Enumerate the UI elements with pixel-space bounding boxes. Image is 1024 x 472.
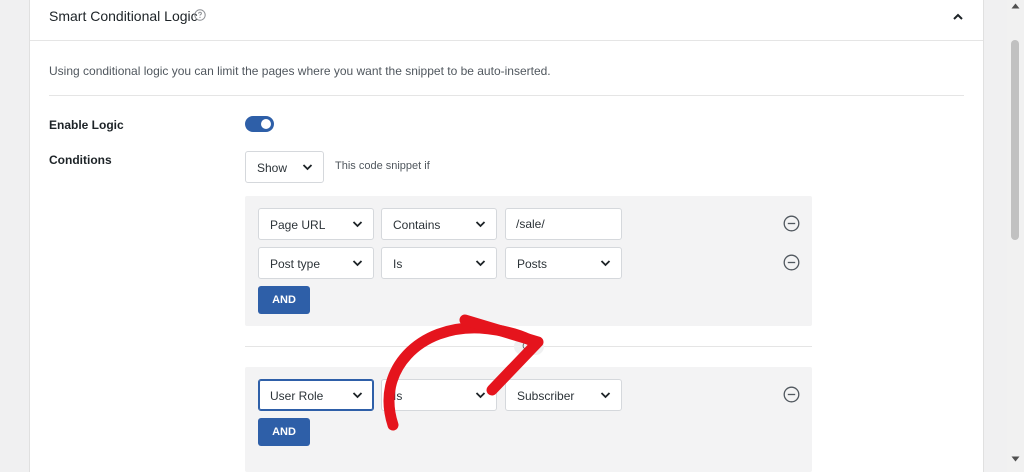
condition-field-select[interactable]: User Role — [258, 379, 374, 411]
panel-title: Smart Conditional Logic — [49, 8, 198, 24]
scroll-down-arrow-icon[interactable] — [1011, 456, 1020, 462]
chevron-down-icon — [475, 221, 486, 228]
condition-value-input[interactable]: /sale/ — [505, 208, 622, 240]
select-value: Page URL — [270, 218, 326, 232]
and-button[interactable]: AND — [258, 286, 310, 314]
select-value: Post type — [270, 257, 321, 271]
condition-value-select[interactable]: Posts — [505, 247, 622, 279]
condition-value-select[interactable]: Subscriber — [505, 379, 622, 411]
minus-circle-icon[interactable] — [783, 386, 800, 403]
scroll-up-arrow-icon[interactable] — [1011, 3, 1020, 9]
condition-field-select[interactable]: Page URL — [258, 208, 374, 240]
select-value: Is — [393, 389, 403, 403]
description-text: Using conditional logic you can limit th… — [49, 64, 551, 78]
chevron-down-icon — [352, 221, 363, 228]
chevron-down-icon — [475, 260, 486, 267]
conditional-logic-panel: Smart Conditional Logic Using conditiona… — [29, 0, 984, 472]
select-value: User Role — [270, 389, 324, 403]
show-hide-select[interactable]: Show — [245, 151, 324, 183]
chevron-up-icon[interactable] — [951, 10, 965, 24]
chevron-down-icon — [352, 260, 363, 267]
scrollbar-thumb[interactable] — [1011, 40, 1019, 240]
panel-header[interactable]: Smart Conditional Logic — [30, 0, 983, 41]
conditions-label: Conditions — [49, 153, 112, 167]
conditions-hint: This code snippet if — [335, 160, 430, 172]
show-hide-select-value: Show — [257, 161, 288, 175]
condition-group-2: User Role Is Subscriber AND — [245, 367, 812, 472]
and-button[interactable]: AND — [258, 418, 310, 446]
condition-group-1: Page URL Contains /sale/ Post type Is Po… — [245, 196, 812, 326]
toggle-knob — [261, 119, 271, 129]
minus-circle-icon[interactable] — [783, 215, 800, 232]
question-circle-icon[interactable] — [194, 9, 206, 21]
enable-logic-label: Enable Logic — [49, 118, 124, 132]
select-value: Subscriber — [517, 389, 575, 403]
enable-logic-toggle[interactable] — [245, 116, 274, 132]
or-badge: OR — [514, 338, 544, 355]
select-value: Posts — [517, 257, 548, 271]
chevron-down-icon — [600, 392, 611, 399]
condition-operator-select[interactable]: Is — [381, 247, 497, 279]
chevron-down-icon — [600, 260, 611, 267]
divider — [49, 95, 964, 96]
select-value: Contains — [393, 218, 441, 232]
chevron-down-icon — [302, 164, 313, 171]
condition-field-select[interactable]: Post type — [258, 247, 374, 279]
condition-operator-select[interactable]: Is — [381, 379, 497, 411]
chevron-down-icon — [352, 392, 363, 399]
minus-circle-icon[interactable] — [783, 254, 800, 271]
condition-operator-select[interactable]: Contains — [381, 208, 497, 240]
vertical-scrollbar[interactable] — [1007, 0, 1024, 472]
select-value: Is — [393, 257, 403, 271]
chevron-down-icon — [475, 392, 486, 399]
